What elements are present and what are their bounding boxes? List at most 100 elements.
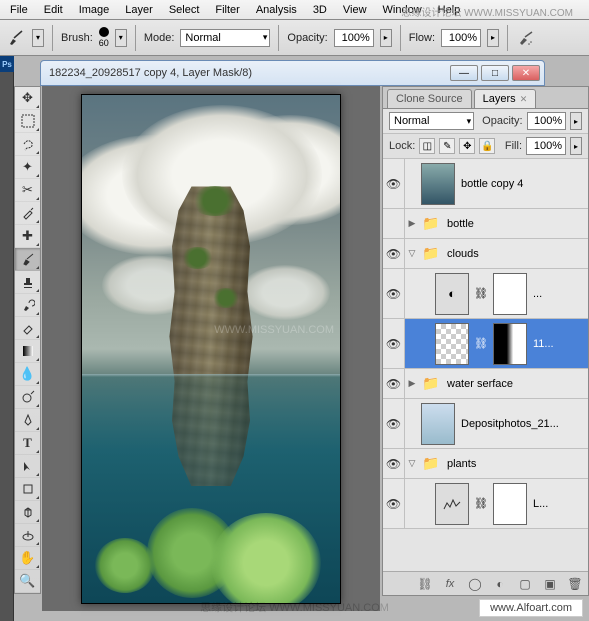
lock-pixels-icon[interactable]: ✎ (439, 138, 455, 154)
move-tool[interactable]: ✥ (15, 87, 40, 110)
visibility-icon[interactable]: 👁 (383, 479, 405, 528)
twirl-closed-icon[interactable]: ▶ (405, 378, 419, 389)
blend-mode-dropdown[interactable]: Normal (389, 112, 474, 130)
3d-tool[interactable] (15, 501, 40, 524)
visibility-icon[interactable]: 👁 (383, 369, 405, 398)
window-maximize-button[interactable]: □ (481, 65, 509, 81)
layer-thumbnail[interactable] (421, 163, 455, 205)
dodge-tool[interactable] (15, 386, 40, 409)
window-minimize-button[interactable]: — (450, 65, 478, 81)
window-close-button[interactable]: ✕ (512, 65, 540, 81)
delete-layer-icon[interactable]: 🗑 (566, 575, 584, 593)
crop-tool[interactable]: ✂ (15, 179, 40, 202)
layer-name[interactable]: water serface (443, 378, 588, 390)
flow-input[interactable]: 100% (441, 29, 481, 47)
layer-name[interactable]: 11... (529, 338, 588, 350)
layer-name[interactable]: ... (529, 288, 588, 300)
layer-name[interactable]: clouds (443, 248, 588, 260)
menu-view[interactable]: View (335, 2, 375, 18)
fill-slider[interactable]: ▸ (570, 137, 582, 155)
layer-name[interactable]: bottle (443, 218, 588, 230)
tool-preset-dropdown[interactable]: ▾ (32, 29, 44, 47)
pen-tool[interactable] (15, 409, 40, 432)
brush-preview[interactable]: 60 (99, 27, 109, 48)
brush-picker-dropdown[interactable]: ▾ (115, 29, 127, 47)
adjustment-layer-icon[interactable]: ◐ (491, 575, 509, 593)
opacity-slider-btn[interactable]: ▸ (380, 29, 392, 47)
brush-tool[interactable] (15, 248, 40, 271)
layer-row[interactable]: 👁 ◐ ⛓ ... (383, 269, 588, 319)
lasso-tool[interactable] (15, 133, 40, 156)
camera-tool[interactable] (15, 524, 40, 547)
menu-file[interactable]: File (2, 2, 36, 18)
opacity-input[interactable]: 100% (334, 29, 374, 47)
lock-all-icon[interactable]: 🔒 (479, 138, 495, 154)
layer-group-row[interactable]: 👁 ▽ 📁 plants (383, 449, 588, 479)
visibility-icon[interactable]: 👁 (383, 319, 405, 368)
history-brush-tool[interactable] (15, 294, 40, 317)
document-canvas[interactable]: WWW.MISSYUAN.COM (81, 94, 341, 604)
mask-thumbnail[interactable] (493, 483, 527, 525)
shape-tool[interactable] (15, 478, 40, 501)
marquee-tool[interactable] (15, 110, 40, 133)
stamp-tool[interactable] (15, 271, 40, 294)
layer-thumbnail[interactable] (435, 323, 469, 365)
airbrush-icon[interactable] (516, 28, 536, 48)
adjustment-thumbnail[interactable]: ◐ (435, 273, 469, 315)
link-icon[interactable]: ⛓ (471, 337, 491, 350)
twirl-open-icon[interactable]: ▽ (405, 458, 419, 469)
link-icon[interactable]: ⛓ (471, 497, 491, 510)
mask-thumbnail[interactable] (493, 323, 527, 365)
menu-select[interactable]: Select (161, 2, 208, 18)
menu-image[interactable]: Image (71, 2, 118, 18)
eyedropper-tool[interactable] (15, 202, 40, 225)
tab-clone-source[interactable]: Clone Source (387, 89, 472, 108)
layer-group-row[interactable]: 👁 ▶ 📁 water serface (383, 369, 588, 399)
healing-tool[interactable]: ✚ (15, 225, 40, 248)
layer-name[interactable]: L... (529, 498, 588, 510)
eraser-tool[interactable] (15, 317, 40, 340)
visibility-icon[interactable]: 👁 (383, 269, 405, 318)
hand-tool[interactable]: ✋ (15, 547, 40, 570)
mask-thumbnail[interactable] (493, 273, 527, 315)
visibility-icon[interactable]: 👁 (383, 449, 405, 478)
fill-input[interactable]: 100% (526, 137, 566, 155)
layer-row[interactable]: 👁 Depositphotos_21... (383, 399, 588, 449)
menu-layer[interactable]: Layer (117, 2, 161, 18)
adjustment-thumbnail[interactable] (435, 483, 469, 525)
twirl-closed-icon[interactable]: ▶ (405, 218, 419, 229)
zoom-tool[interactable]: 🔍 (15, 570, 40, 593)
layer-row[interactable]: 👁 bottle copy 4 (383, 159, 588, 209)
tab-layers[interactable]: Layers✕ (474, 89, 537, 108)
link-icon[interactable]: ⛓ (471, 287, 491, 300)
document-titlebar[interactable]: 182234_20928517 copy 4, Layer Mask/8) — … (40, 60, 545, 86)
lock-position-icon[interactable]: ✥ (459, 138, 475, 154)
layer-group-row[interactable]: ▶ 📁 bottle (383, 209, 588, 239)
close-icon[interactable]: ✕ (520, 94, 528, 104)
link-layers-icon[interactable]: ⛓ (416, 575, 434, 593)
menu-edit[interactable]: Edit (36, 2, 71, 18)
layer-name[interactable]: bottle copy 4 (457, 178, 588, 190)
layer-row-selected[interactable]: 👁 ⛓ 11... (383, 319, 588, 369)
layer-name[interactable]: plants (443, 458, 588, 470)
layer-row[interactable]: 👁 ⛓ L... (383, 479, 588, 529)
twirl-open-icon[interactable]: ▽ (405, 248, 419, 259)
menu-3d[interactable]: 3D (305, 2, 335, 18)
layer-opacity-input[interactable]: 100% (527, 112, 567, 130)
lock-transparency-icon[interactable]: ◫ (419, 138, 435, 154)
layer-name[interactable]: Depositphotos_21... (457, 418, 588, 430)
tool-preset-icon[interactable] (6, 28, 26, 48)
fx-icon[interactable]: fx (441, 575, 459, 593)
new-layer-icon[interactable]: ▣ (541, 575, 559, 593)
layer-opacity-slider[interactable]: ▸ (570, 112, 582, 130)
mode-dropdown[interactable]: Normal (180, 29, 270, 47)
menu-filter[interactable]: Filter (207, 2, 247, 18)
flow-slider-btn[interactable]: ▸ (487, 29, 499, 47)
new-group-icon[interactable]: ▢ (516, 575, 534, 593)
visibility-icon[interactable]: 👁 (383, 239, 405, 268)
gradient-tool[interactable] (15, 340, 40, 363)
visibility-icon[interactable] (383, 209, 405, 238)
path-select-tool[interactable] (15, 455, 40, 478)
wand-tool[interactable]: ✦ (15, 156, 40, 179)
add-mask-icon[interactable]: ◯ (466, 575, 484, 593)
